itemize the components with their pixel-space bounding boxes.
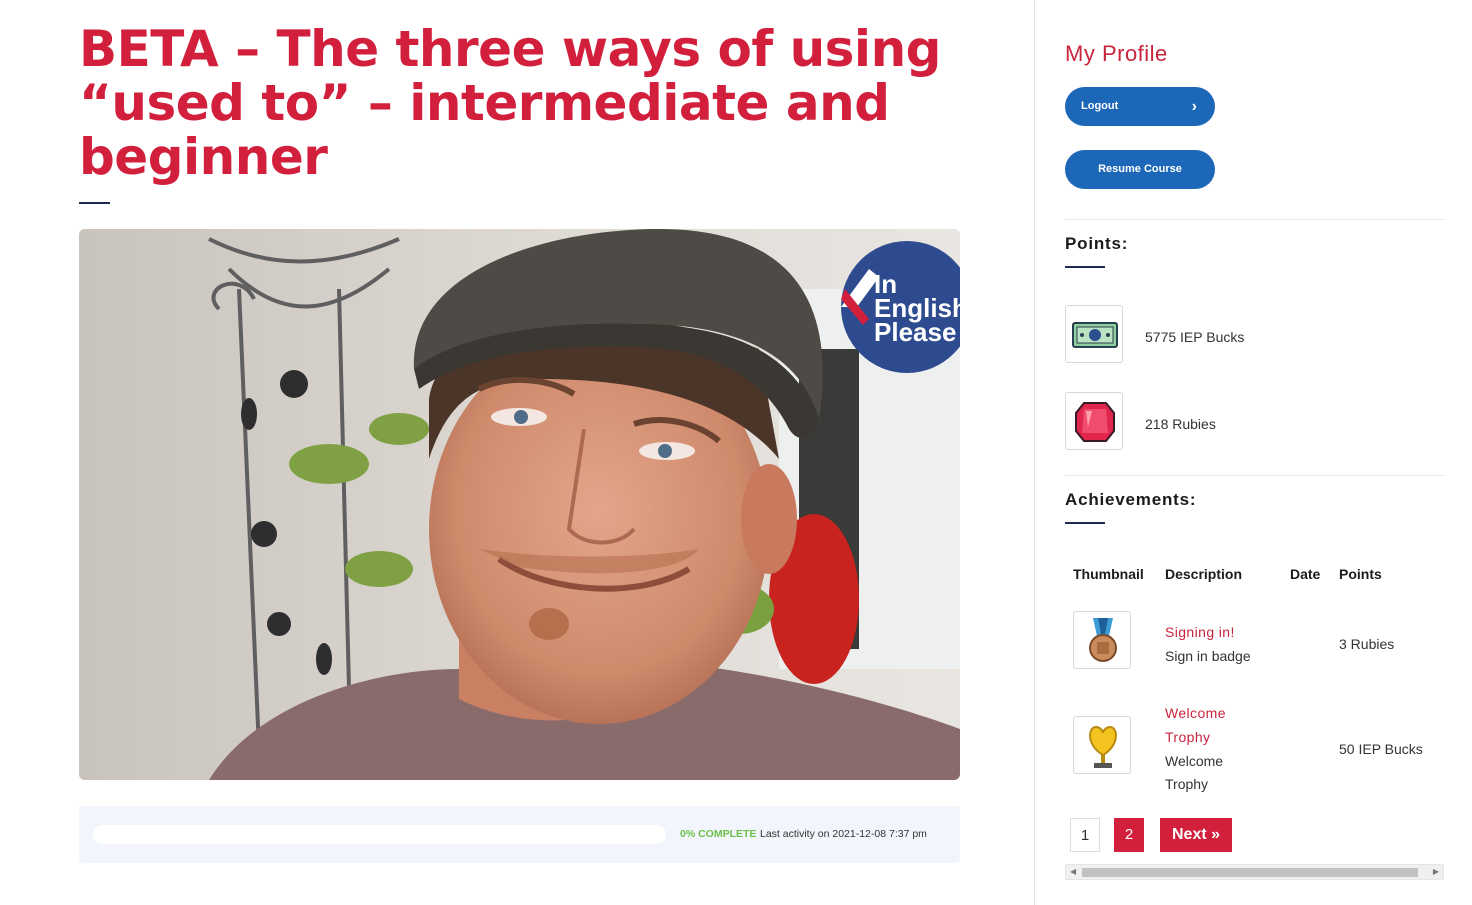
achievement-name-line2[interactable]: Trophy	[1165, 725, 1210, 749]
achievement-name-line1[interactable]: Welcome	[1165, 701, 1226, 725]
horizontal-scrollbar[interactable]: ◀ ▶	[1065, 864, 1444, 880]
chevron-right-icon: ›	[1191, 98, 1197, 115]
title-underline	[79, 202, 110, 204]
logout-label: Logout	[1081, 100, 1119, 112]
scrollbar-thumb[interactable]	[1082, 868, 1418, 877]
rubies-total: 218 Rubies	[1145, 416, 1216, 432]
col-points: Points	[1339, 566, 1382, 582]
points-heading-underline	[1065, 266, 1105, 268]
achievement-points: 50 IEP Bucks	[1339, 741, 1423, 757]
lesson-title: BETA – The three ways of using “used to”…	[79, 20, 941, 186]
course-progress: 0% COMPLETE Last activity on 2021-12-08 …	[79, 806, 960, 863]
achievements-heading-underline	[1065, 522, 1105, 524]
points-heading: Points:	[1065, 234, 1129, 253]
scroll-right-icon[interactable]: ▶	[1433, 865, 1439, 879]
medal-icon	[1073, 611, 1131, 669]
logo-text-3: Please	[874, 317, 956, 347]
progress-bar	[93, 825, 666, 844]
divider	[1065, 219, 1444, 220]
sidebar-divider	[1034, 0, 1035, 905]
col-date: Date	[1290, 566, 1321, 582]
last-activity: Last activity on 2021-12-08 7:37 pm	[760, 828, 927, 840]
lesson-hero-image: In English Please	[79, 229, 960, 780]
page-1-button[interactable]: 1	[1070, 818, 1100, 852]
ruby-icon	[1065, 392, 1123, 450]
progress-percent: 0% COMPLETE	[680, 828, 757, 840]
scroll-left-icon[interactable]: ◀	[1070, 865, 1076, 879]
resume-course-button[interactable]: Resume Course	[1065, 150, 1215, 189]
trophy-icon	[1073, 716, 1131, 774]
logout-button[interactable]: Logout ›	[1065, 87, 1215, 126]
resume-course-label: Resume Course	[1098, 163, 1182, 175]
hero-photo: In English Please	[79, 229, 960, 780]
achievement-description: Sign in badge	[1165, 648, 1251, 664]
money-bill-icon	[1065, 305, 1123, 363]
next-page-button[interactable]: Next »	[1160, 818, 1232, 852]
col-thumbnail: Thumbnail	[1073, 566, 1144, 582]
page-2-button[interactable]: 2	[1114, 818, 1144, 852]
achievement-name[interactable]: Signing in!	[1165, 620, 1235, 644]
divider	[1065, 475, 1444, 476]
my-profile-heading: My Profile	[1065, 41, 1168, 66]
achievement-description-line2: Trophy	[1165, 776, 1209, 792]
achievement-points: 3 Rubies	[1339, 636, 1395, 652]
bucks-total: 5775 IEP Bucks	[1145, 329, 1245, 345]
col-description: Description	[1165, 566, 1243, 582]
achievements-heading: Achievements:	[1065, 490, 1197, 509]
achievement-description-line1: Welcome	[1165, 753, 1224, 769]
